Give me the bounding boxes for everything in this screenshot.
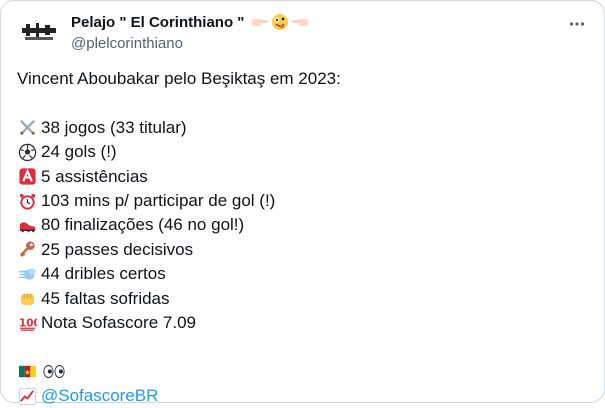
pointing-left-icon: [292, 19, 309, 26]
soccer-ball-icon: [17, 142, 37, 162]
stat-text: 5 assistências: [41, 166, 148, 186]
stat-text: Nota Sofascore 7.09: [41, 312, 196, 332]
zany-face-icon: [272, 14, 289, 30]
fist-icon: [17, 289, 37, 309]
key-icon: [17, 240, 37, 260]
stat-text: 80 finalizações (46 no gol!): [41, 215, 245, 235]
letter-a-button-icon: [17, 167, 37, 187]
chart-increasing-icon: [17, 386, 37, 406]
crossed-swords-icon: [17, 118, 37, 138]
stat-line: 80 finalizações (46 no gol!): [17, 213, 587, 237]
tweet-intro: Vincent Aboubakar pelo Beşiktaş em 2023:: [17, 69, 341, 88]
footer-emoji-line: [17, 360, 587, 384]
stat-line: 100 Nota Sofascore 7.09: [17, 311, 587, 335]
stat-line: 103 mins p/ participar de gol (!): [17, 189, 587, 213]
stat-text: 45 faltas sofridas: [41, 288, 170, 308]
sofascore-mention-link[interactable]: @SofascoreBR: [41, 384, 158, 408]
stat-text: 103 mins p/ participar de gol (!): [41, 190, 276, 210]
cleat-icon: [17, 216, 37, 236]
svg-text:100: 100: [18, 317, 36, 329]
avatar-logo-icon: [22, 23, 56, 40]
stat-text: 44 dribles certos: [41, 264, 166, 284]
stat-line: 5 assistências: [17, 165, 587, 189]
stat-line: 44 dribles certos: [17, 262, 587, 286]
tweet-card: Pelajo " El Corinthiano " @plelcorinthia…: [0, 0, 605, 405]
stat-text: 38 jogos (33 titular): [41, 117, 187, 137]
stat-line: 38 jogos (33 titular): [17, 116, 587, 140]
user-handle[interactable]: @plelcorinthiano: [71, 35, 309, 52]
eyes-icon: [41, 362, 67, 382]
tweet-header: Pelajo " El Corinthiano " @plelcorinthia…: [17, 11, 590, 55]
display-name-emojis: [251, 13, 309, 31]
display-name[interactable]: Pelajo " El Corinthiano ": [71, 14, 244, 31]
stat-line: 45 faltas sofridas: [17, 287, 587, 311]
pointing-right-icon: [252, 19, 269, 26]
hundred-points-icon: 100: [17, 313, 37, 333]
stat-line: 24 gols (!): [17, 140, 587, 164]
stat-line: 25 passes decisivos: [17, 238, 587, 262]
cameroon-flag-icon: [17, 362, 37, 382]
alarm-clock-icon: [17, 191, 37, 211]
stat-text: 24 gols (!): [41, 142, 117, 162]
dash-icon: [17, 264, 37, 284]
more-options-icon[interactable]: [566, 13, 588, 35]
source-line: @SofascoreBR: [17, 384, 587, 408]
tweet-text: Vincent Aboubakar pelo Beşiktaş em 2023:…: [17, 67, 587, 408]
stat-text: 25 passes decisivos: [41, 239, 194, 259]
avatar[interactable]: [17, 11, 61, 55]
